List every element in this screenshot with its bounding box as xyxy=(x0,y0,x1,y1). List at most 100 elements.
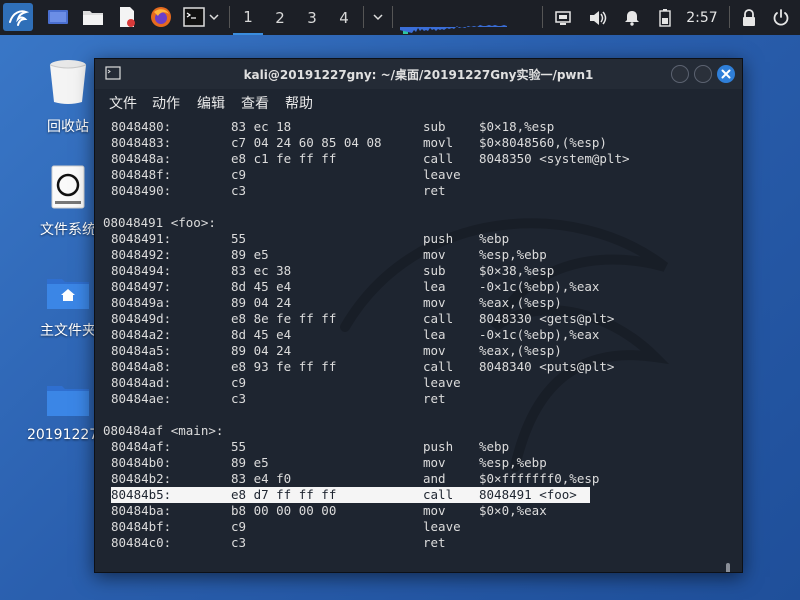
show-desktop-button[interactable] xyxy=(45,3,71,31)
window-titlebar[interactable]: kali@20191227gny: ~/桌面/20191227Gny实验一/pw… xyxy=(95,59,742,89)
operands: %esp,%ebp xyxy=(479,247,547,262)
workspace-4[interactable]: 4 xyxy=(329,0,359,35)
instruction-line: 804849d: e8 8e fe ff ff call 8048330 <gets@… xyxy=(95,311,742,327)
opcode-bytes: c9 xyxy=(231,519,247,534)
terminal-window[interactable]: kali@20191227gny: ~/桌面/20191227Gny实验一/pw… xyxy=(94,58,743,573)
workspace-1[interactable]: 1 xyxy=(233,0,263,35)
lock-screen-button[interactable] xyxy=(737,0,761,35)
operands: $0×38,%esp xyxy=(479,263,555,278)
opcode-bytes: e8 8e fe ff ff xyxy=(231,311,337,326)
mnemonic: leave xyxy=(423,167,461,182)
instruction-line: 8048497: 8d 45 e4 lea -0×1c(%ebp),%eax xyxy=(95,279,742,295)
clock[interactable]: 2:57 xyxy=(682,0,722,35)
mnemonic: call xyxy=(423,311,454,326)
function-label: 08048491 <foo>: xyxy=(95,215,742,231)
minimize-button[interactable] xyxy=(671,65,689,83)
menu-actions[interactable]: 动作 xyxy=(152,93,180,113)
mnemonic: mov xyxy=(423,343,446,358)
mnemonic: call xyxy=(423,151,454,166)
notifications-button[interactable] xyxy=(619,0,645,35)
maximize-button[interactable] xyxy=(694,65,712,83)
address: 804849d: xyxy=(111,311,172,326)
address: 80484a2: xyxy=(111,327,172,342)
address: 8048497: xyxy=(111,279,172,294)
opcode-bytes: b8 00 00 00 00 xyxy=(231,503,337,518)
terminal-taskbar-button[interactable] xyxy=(180,3,222,31)
instruction-line: 804848f: c9 leave xyxy=(95,167,742,183)
address: 8048491: xyxy=(111,231,172,246)
mnemonic: mov xyxy=(423,247,446,262)
address: 80484a5: xyxy=(111,343,172,358)
operands: $0×0,%eax xyxy=(479,503,547,518)
opcode-bytes: 89 e5 xyxy=(231,455,269,470)
function-label-text: 08048491 <foo>: xyxy=(103,215,216,230)
address: 8048490: xyxy=(111,183,172,198)
operands: 8048350 <system@plt> xyxy=(479,151,630,166)
mnemonic: ret xyxy=(423,535,446,550)
menu-edit[interactable]: 编辑 xyxy=(197,93,225,113)
address: 80484ae: xyxy=(111,391,172,406)
instruction-line: 80484a5: 89 04 24 mov %eax,(%esp) xyxy=(95,343,742,359)
power-icon xyxy=(773,8,789,26)
taskbar: 1 2 3 4 2:57 xyxy=(0,0,800,35)
opcode-bytes: 89 04 24 xyxy=(231,295,292,310)
battery-button[interactable] xyxy=(653,0,677,35)
operands: -0×1c(%ebp),%eax xyxy=(479,279,600,294)
volume-button[interactable] xyxy=(585,0,611,35)
text-editor-icon xyxy=(120,7,135,27)
operands: $0×8048560,(%esp) xyxy=(479,135,607,150)
volume-icon xyxy=(590,10,607,25)
workspace-3[interactable]: 3 xyxy=(297,0,327,35)
menu-view[interactable]: 查看 xyxy=(241,93,269,113)
taskbar-separator xyxy=(392,6,393,28)
firefox-button[interactable] xyxy=(147,3,175,31)
menu-help[interactable]: 帮助 xyxy=(285,93,313,113)
workspace-menu-button[interactable] xyxy=(368,3,388,31)
mnemonic: and xyxy=(423,471,446,486)
terminal-output[interactable]: 8048480: 83 ec 18 sub $0×18,%esp 8048483: c7 … xyxy=(95,117,742,572)
instruction-line: 8048491: 55 push %ebp xyxy=(95,231,742,247)
network-button[interactable] xyxy=(550,0,576,35)
mnemonic: push xyxy=(423,231,454,246)
address: 80484ad: xyxy=(111,375,172,390)
home-folder-icon xyxy=(47,279,89,309)
lock-icon xyxy=(743,8,755,26)
menu-file[interactable]: 文件 xyxy=(109,93,137,113)
cpu-graph xyxy=(400,25,507,34)
mnemonic: sub xyxy=(423,119,446,134)
chevron-down-icon xyxy=(209,14,219,21)
kali-menu-button[interactable] xyxy=(3,3,33,31)
power-button[interactable] xyxy=(769,0,793,35)
opcode-bytes: c3 xyxy=(231,391,247,406)
firefox-icon xyxy=(151,7,171,27)
trash-icon xyxy=(49,60,87,104)
opcode-bytes: c9 xyxy=(231,167,247,182)
close-button[interactable] xyxy=(717,65,735,83)
text-editor-button[interactable] xyxy=(114,3,140,31)
opcode-bytes: 55 xyxy=(231,231,247,246)
mnemonic: call xyxy=(423,359,454,374)
chevron-down-icon xyxy=(373,14,383,21)
opcode-bytes: e8 d7 ff ff ff xyxy=(231,487,337,502)
operands: 8048491 <foo> xyxy=(479,487,577,502)
address: 80484b0: xyxy=(111,455,172,470)
address: 80484af: xyxy=(111,439,172,454)
instruction-line: 80484b2: 83 e4 f0 and $0×fffffff0,%esp xyxy=(95,471,742,487)
mnemonic: mov xyxy=(423,503,446,518)
operands: %ebp xyxy=(479,231,510,246)
operands: %eax,(%esp) xyxy=(479,343,562,358)
address: 80484c0: xyxy=(111,535,172,550)
opcode-bytes: 55 xyxy=(231,439,247,454)
bell-icon xyxy=(625,10,639,26)
mnemonic: sub xyxy=(423,263,446,278)
workspace-2[interactable]: 2 xyxy=(265,0,295,35)
scrollbar-thumb[interactable] xyxy=(726,563,730,572)
opcode-bytes: 83 e4 f0 xyxy=(231,471,292,486)
address: 8048480: xyxy=(111,119,172,134)
taskbar-separator xyxy=(229,6,230,28)
opcode-bytes: c3 xyxy=(231,535,247,550)
instruction-line: 80484b0: 89 e5 mov %esp,%ebp xyxy=(95,455,742,471)
address: 804848a: xyxy=(111,151,172,166)
opcode-bytes: c7 04 24 60 85 04 08 xyxy=(231,135,382,150)
file-manager-button[interactable] xyxy=(80,3,106,31)
